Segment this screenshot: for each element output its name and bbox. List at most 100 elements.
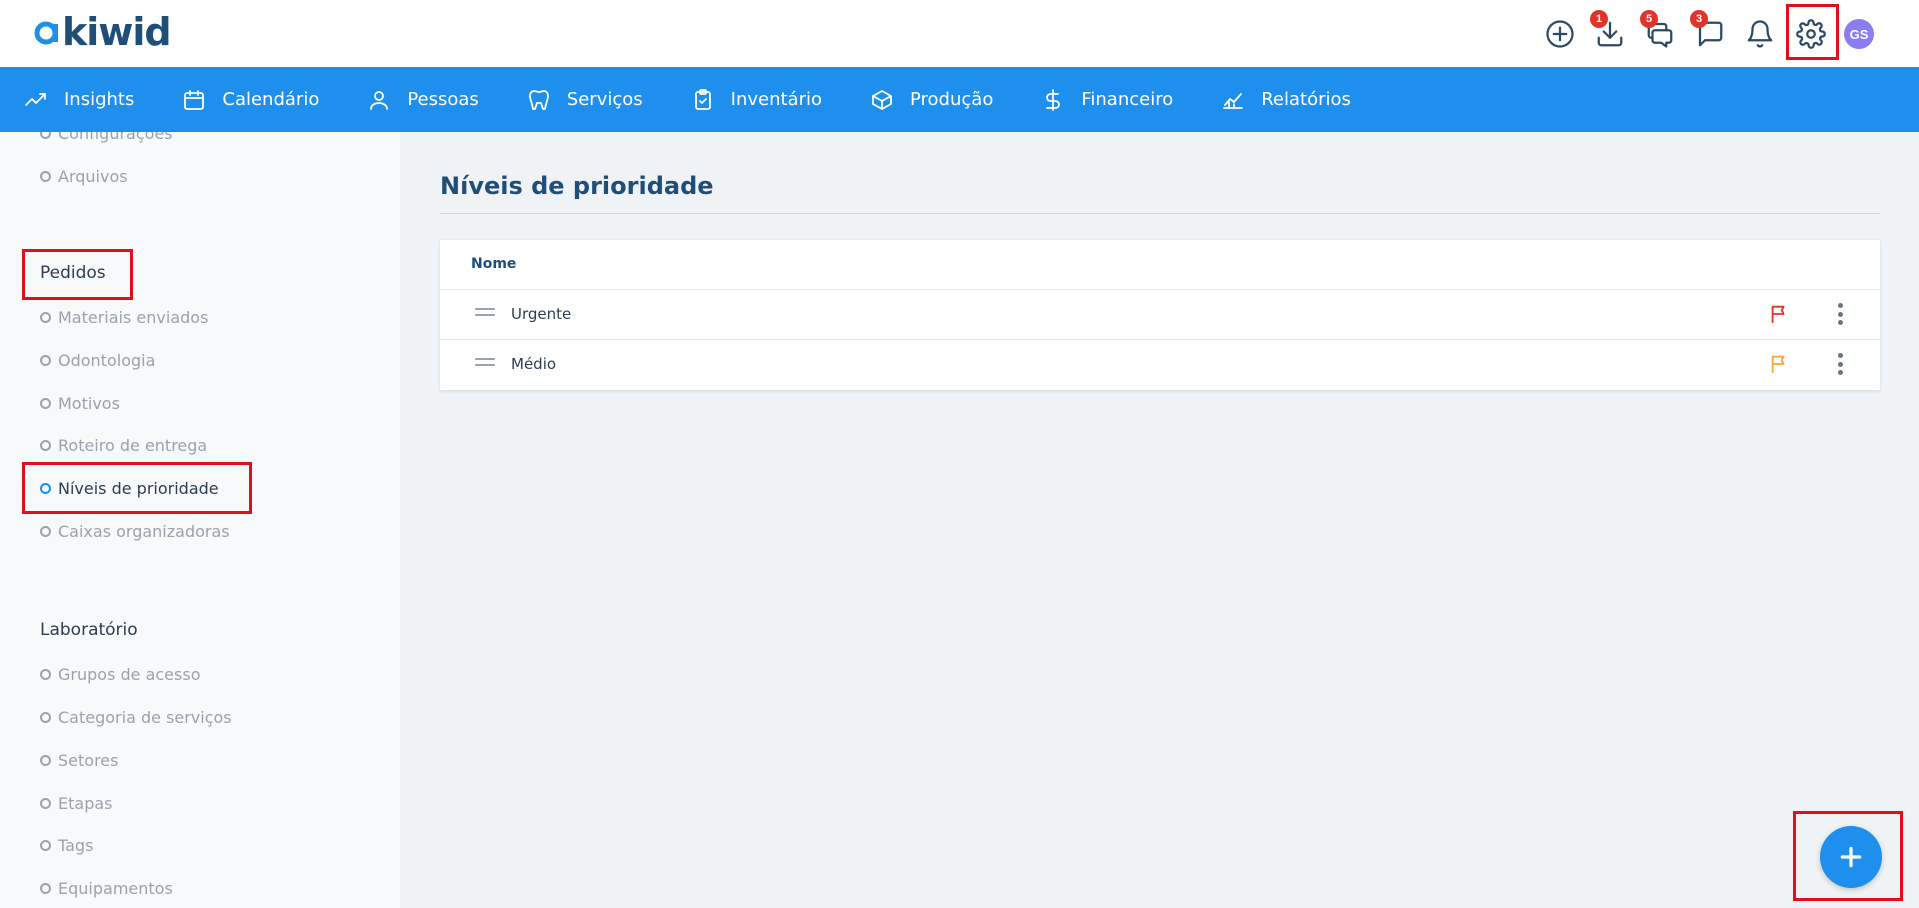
sidebar-item-motivos[interactable]: Motivos (40, 392, 120, 414)
downloads-badge: 1 (1590, 10, 1608, 28)
chats-badge: 5 (1640, 10, 1658, 28)
sidebar-item-label: Motivos (58, 393, 120, 413)
sidebar-section-laboratorio: Laboratório (40, 620, 138, 640)
sidebar-item-odontologia[interactable]: Odontologia (40, 349, 155, 371)
sidebar-item-label: Equipamentos (58, 878, 173, 898)
sidebar-item-arquivos[interactable]: Arquivos (40, 165, 128, 187)
sidebar-item-configuracoes[interactable]: Configurações (40, 132, 173, 144)
sidebar-item-label: Arquivos (58, 166, 128, 186)
bullet-ring-icon (40, 525, 51, 537)
kiwid-logo[interactable]: kiwid (34, 10, 172, 54)
logo-mark-icon (34, 21, 58, 45)
nav-inventario[interactable]: Inventário (691, 67, 822, 132)
calendar-icon (184, 89, 205, 110)
add-circle-icon[interactable] (1540, 14, 1580, 54)
sidebar-item-caixas-organizadoras[interactable]: Caixas organizadoras (40, 520, 230, 542)
message-icon[interactable]: 3 (1690, 10, 1730, 54)
top-header: kiwid 1 5 3 GS (0, 0, 1919, 67)
sidebar-item-label: Etapas (58, 793, 113, 813)
column-header-nome[interactable]: Nome (471, 256, 516, 272)
nav-label: Serviços (566, 89, 643, 110)
page-title: Níveis de prioridade (440, 172, 714, 200)
sidebar-item-label: Materiais enviados (58, 307, 209, 327)
nav-label: Insights (64, 89, 135, 110)
bullet-ring-icon (40, 354, 51, 366)
nav-financeiro[interactable]: Financeiro (1041, 67, 1173, 132)
nav-producao[interactable]: Produção (870, 67, 993, 132)
sidebar-item-niveis-de-prioridade[interactable]: Níveis de prioridade (40, 477, 219, 499)
sidebar-item-label: Níveis de prioridade (58, 478, 219, 498)
sidebar-item-categoria-de-servicos[interactable]: Categoria de serviços (40, 706, 232, 728)
bullet-ring-icon (40, 482, 51, 494)
sidebar-item-tags[interactable]: Tags (40, 834, 93, 856)
add-priority-button[interactable] (1820, 826, 1882, 888)
flag-icon (1771, 355, 1785, 374)
sidebar-section-pedidos: Pedidos (40, 263, 106, 283)
table-row[interactable]: Urgente (440, 290, 1880, 340)
sidebar-item-grupos-de-acesso[interactable]: Grupos de acesso (40, 663, 200, 685)
dollar-icon (1046, 88, 1061, 111)
title-divider (440, 213, 1880, 214)
bullet-ring-icon (40, 311, 51, 323)
drag-handle-icon[interactable] (475, 308, 495, 318)
messages-badge: 3 (1690, 10, 1708, 28)
bullet-ring-icon (40, 439, 51, 451)
sidebar-item-label: Roteiro de entrega (58, 435, 208, 455)
bullet-ring-icon (40, 882, 51, 894)
sidebar-item-label: Caixas organizadoras (58, 521, 230, 541)
row-name: Urgente (511, 305, 572, 323)
bullet-ring-icon (40, 839, 51, 851)
settings-sidebar: Configurações Arquivos Pedidos Materiais… (0, 132, 400, 908)
bullet-ring-icon (40, 397, 51, 409)
nav-pessoas[interactable]: Pessoas (367, 67, 479, 132)
chat-bubbles-icon[interactable]: 5 (1640, 10, 1680, 54)
priority-table: Nome Urgente Médio (440, 240, 1880, 390)
bullet-ring-icon (40, 711, 51, 723)
row-menu-icon[interactable] (1832, 301, 1848, 327)
logo-text: kiwid (62, 10, 172, 54)
nav-label: Relatórios (1261, 89, 1351, 110)
sidebar-item-setores[interactable]: Setores (40, 749, 118, 771)
bell-icon[interactable] (1740, 14, 1780, 54)
nav-relatorios[interactable]: Relatórios (1221, 67, 1351, 132)
clipboard-icon (694, 88, 711, 110)
download-icon[interactable]: 1 (1590, 10, 1630, 54)
main-nav: Insights Calendário Pessoas Serviços Inv… (0, 67, 1919, 132)
sidebar-item-label: Categoria de serviços (58, 707, 232, 727)
nav-label: Inventário (730, 89, 822, 110)
person-icon (370, 90, 389, 110)
avatar[interactable]: GS (1844, 19, 1874, 49)
sidebar-item-label: Setores (58, 750, 119, 770)
nav-label: Pessoas (407, 89, 479, 110)
bullet-ring-icon (40, 170, 51, 182)
box-icon (872, 89, 892, 110)
nav-label: Financeiro (1081, 89, 1174, 110)
nav-label: Produção (910, 89, 994, 110)
flag-icon (1771, 305, 1785, 324)
bullet-ring-icon (40, 132, 51, 139)
sidebar-item-label: Tags (58, 835, 94, 855)
drag-handle-icon[interactable] (475, 358, 495, 368)
sidebar-item-label: Configurações (58, 132, 173, 143)
nav-calendario[interactable]: Calendário (182, 67, 319, 132)
sidebar-item-materiais-enviados[interactable]: Materiais enviados (40, 306, 208, 328)
gear-highlight-box (1786, 4, 1839, 60)
main-content: Níveis de prioridade Nome Urgente Médio (400, 132, 1919, 908)
bullet-ring-icon (40, 754, 51, 766)
sidebar-item-roteiro-de-entrega[interactable]: Roteiro de entrega (40, 434, 207, 456)
row-menu-icon[interactable] (1832, 351, 1848, 377)
table-header: Nome (440, 240, 1880, 290)
row-name: Médio (511, 355, 557, 373)
trend-icon (25, 92, 46, 106)
sidebar-item-label: Grupos de acesso (58, 664, 201, 684)
nav-label: Calendário (222, 89, 320, 110)
nav-insights[interactable]: Insights (24, 67, 134, 132)
bullet-ring-icon (40, 668, 51, 680)
table-row[interactable]: Médio (440, 340, 1880, 390)
nav-servicos[interactable]: Serviços (527, 67, 643, 132)
sidebar-item-equipamentos[interactable]: Equipamentos (40, 877, 173, 899)
bullet-ring-icon (40, 797, 51, 809)
plus-icon (1840, 846, 1862, 868)
sidebar-item-etapas[interactable]: Etapas (40, 792, 112, 814)
report-icon (1223, 92, 1244, 109)
